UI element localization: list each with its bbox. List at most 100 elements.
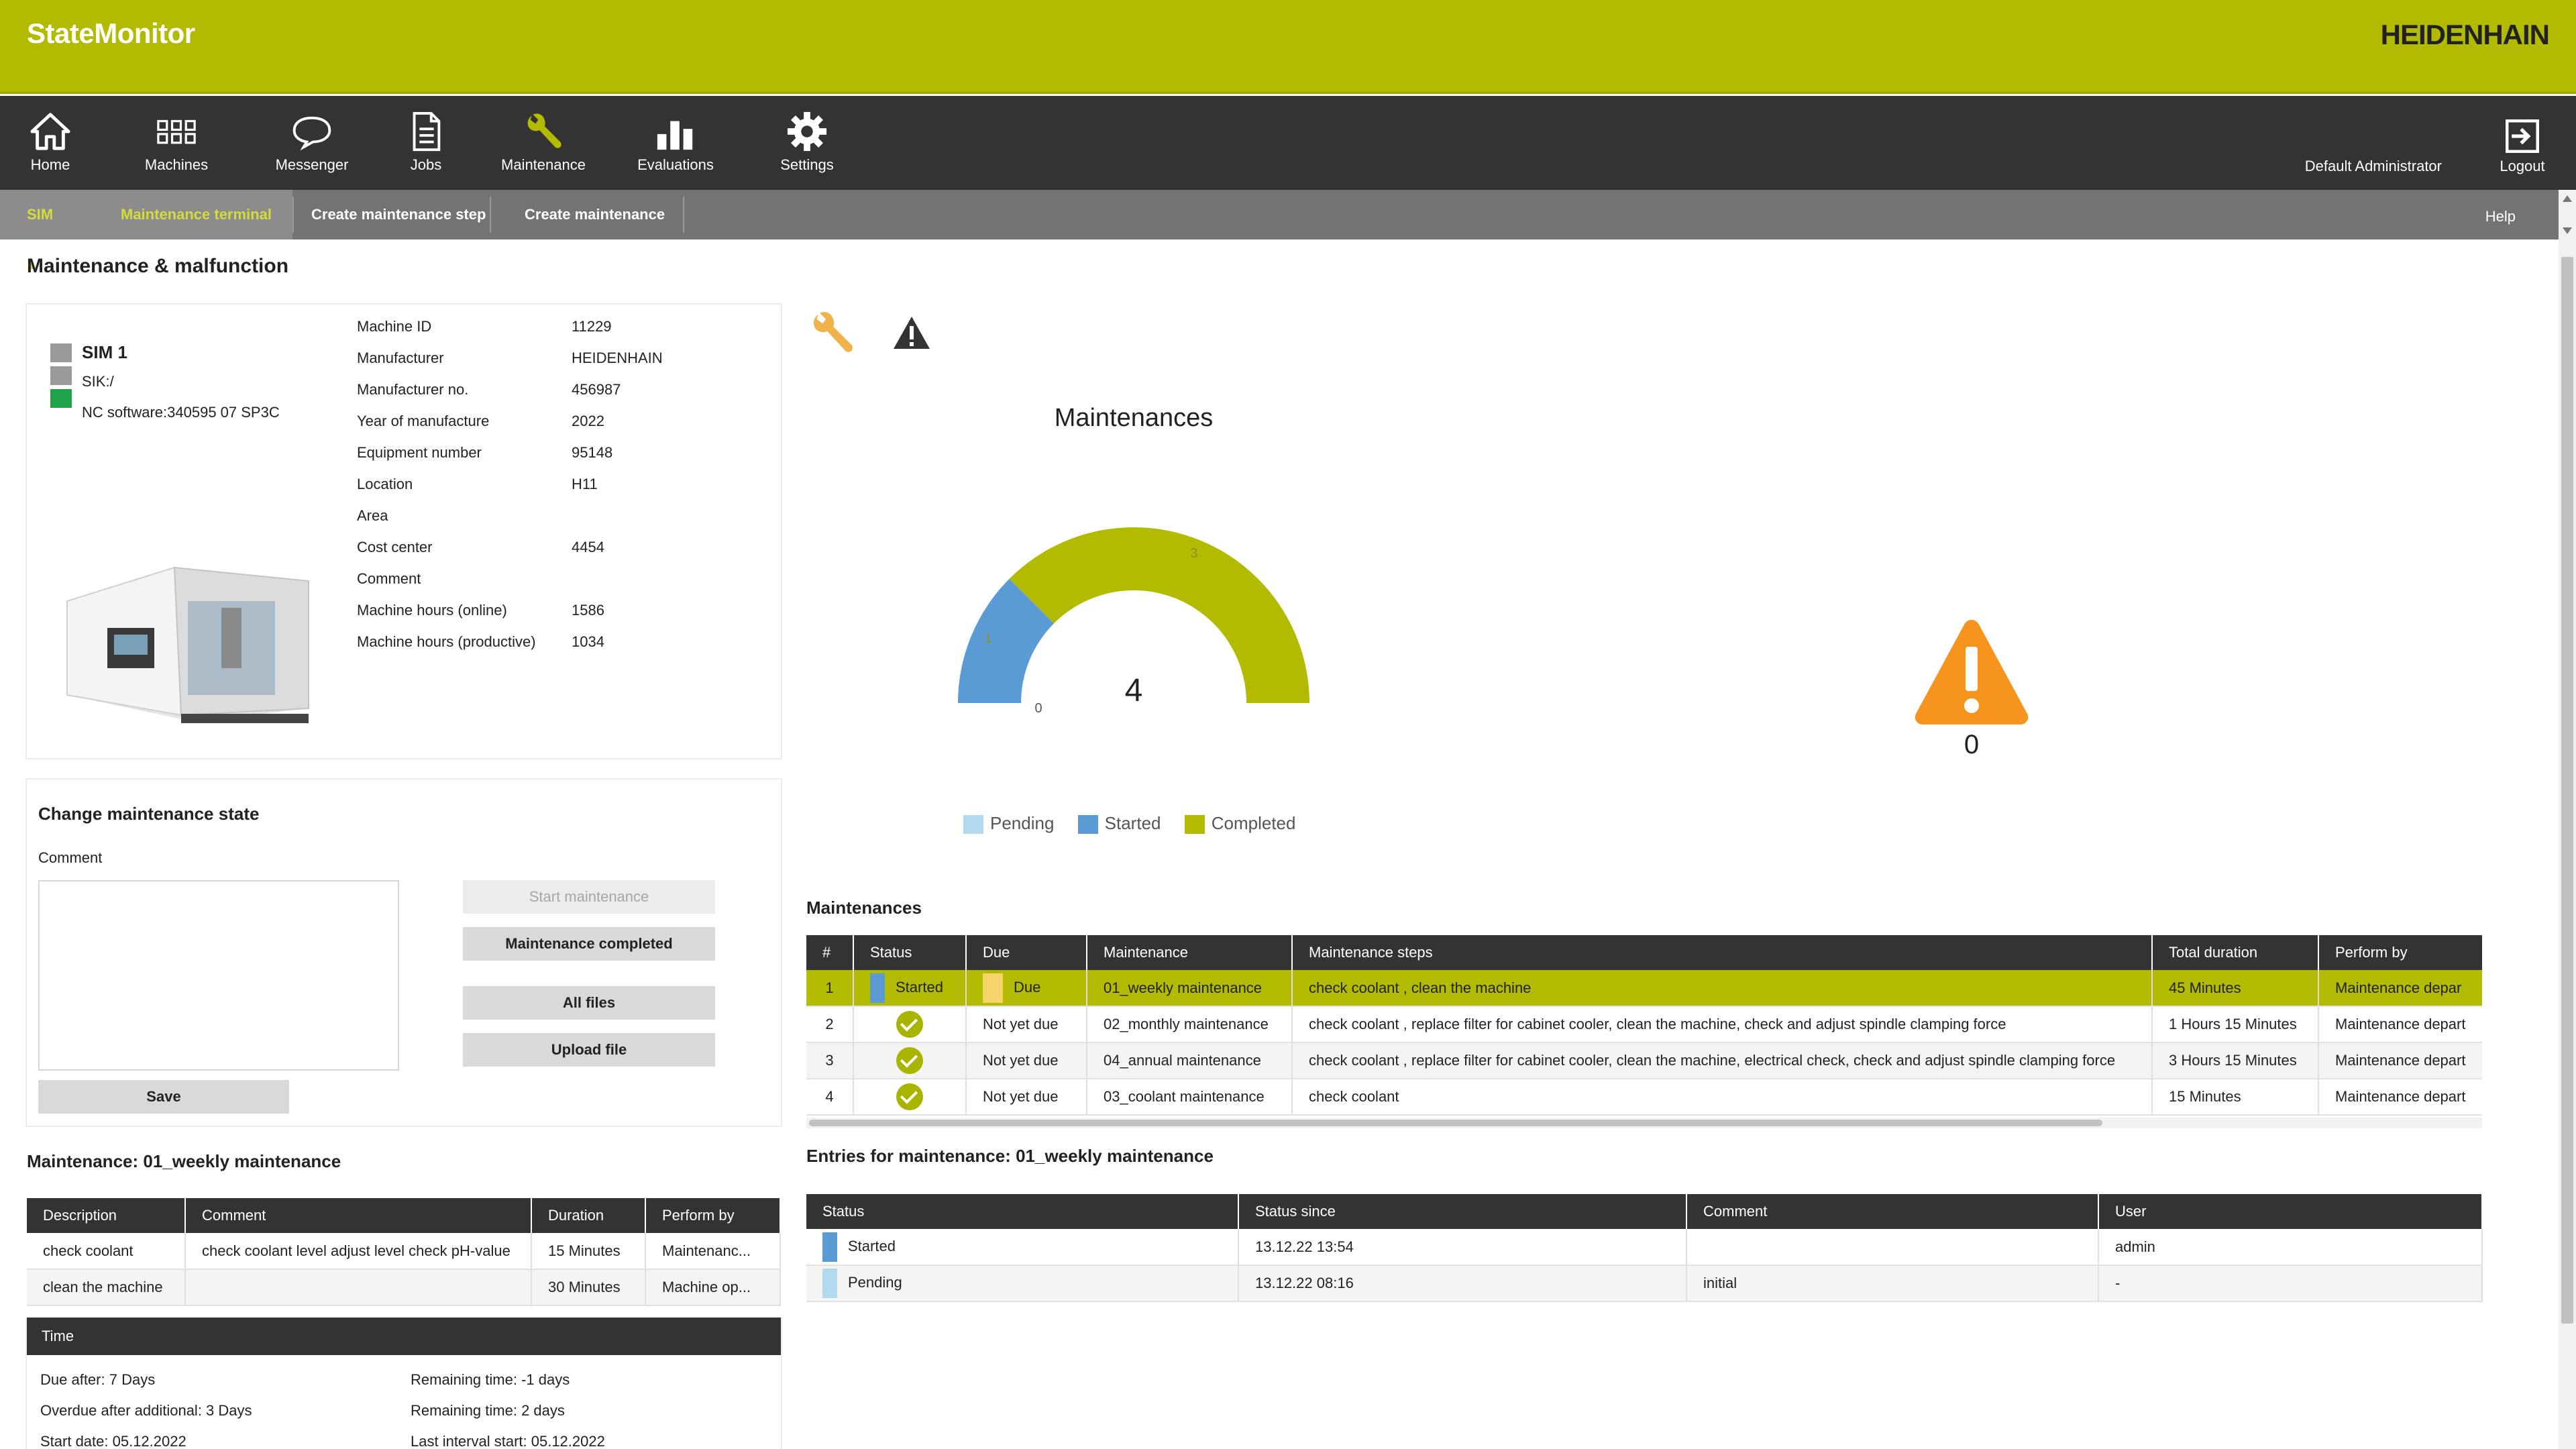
info-value: 1586 xyxy=(572,602,604,619)
upload-file-button[interactable]: Upload file xyxy=(463,1033,715,1067)
nav-settings[interactable]: Settings xyxy=(757,111,857,174)
table-row[interactable]: 4 Not yet due 03_coolant maintenance che… xyxy=(806,1079,2482,1116)
column-header[interactable]: User xyxy=(2098,1194,2483,1229)
column-header[interactable]: Description xyxy=(27,1198,186,1233)
table-row[interactable]: Started 13.12.22 13:54 admin xyxy=(806,1229,2483,1266)
info-label: Machine hours (online) xyxy=(357,602,507,619)
start-date: Start date: 05.12.2022 xyxy=(40,1433,186,1449)
status-cell: Started xyxy=(806,1229,1239,1266)
table-cell xyxy=(1686,1229,2099,1266)
start-maintenance-button[interactable]: Start maintenance xyxy=(463,880,715,914)
column-header[interactable]: Duration xyxy=(531,1198,646,1233)
main-navigation: Home Machines Messenger Jobs Maintenance… xyxy=(0,96,2576,190)
table-cell: 45 Minutes xyxy=(2152,970,2319,1007)
info-value: 2022 xyxy=(572,413,604,429)
table-row[interactable]: 2 Not yet due 02_monthly maintenance che… xyxy=(806,1006,2482,1043)
breadcrumb: SIM 1 Maintenance terminal Create mainte… xyxy=(0,190,2576,272)
legend-item-started[interactable]: Started xyxy=(1077,813,1161,835)
table-cell: Not yet due xyxy=(966,1042,1087,1079)
status-color-bar xyxy=(822,1232,837,1262)
info-label: Comment xyxy=(357,570,421,587)
scroll-up-icon[interactable] xyxy=(2563,195,2572,202)
nav-jobs[interactable]: Jobs xyxy=(376,111,476,174)
nav-maintenance[interactable]: Maintenance xyxy=(493,111,594,174)
column-header[interactable]: Maintenance steps xyxy=(1292,935,2153,970)
table-cell: check coolant xyxy=(27,1233,186,1270)
nav-label: Evaluations xyxy=(637,156,714,173)
legend-item-completed[interactable]: Completed xyxy=(1184,813,1295,835)
nav-label: Machines xyxy=(144,156,209,173)
table-row[interactable]: Pending 13.12.22 08:16 initial - xyxy=(806,1265,2483,1302)
maintenance-tab-icon[interactable] xyxy=(808,309,856,357)
tab-divider xyxy=(683,197,684,233)
change-state-panel: Change maintenance state Comment Start m… xyxy=(25,778,782,1127)
status-color-bar xyxy=(822,1269,837,1298)
horizontal-scrollbar[interactable] xyxy=(806,1118,2482,1128)
check-circle-icon xyxy=(896,1011,923,1038)
status-indicator xyxy=(50,389,72,408)
table-row[interactable]: check coolant check coolant level adjust… xyxy=(27,1233,781,1270)
info-label: Area xyxy=(357,507,388,524)
table-cell: - xyxy=(2098,1265,2483,1302)
scrollbar-thumb[interactable] xyxy=(2561,257,2573,1324)
status-indicator xyxy=(50,366,72,385)
column-header[interactable]: Status xyxy=(853,935,967,970)
table-cell: 1 Hours 15 Minutes xyxy=(2152,1006,2319,1043)
logout-button[interactable]: Logout xyxy=(2489,117,2556,175)
nav-label: Maintenance xyxy=(501,156,586,173)
info-label: Machine hours (productive) xyxy=(357,633,536,650)
info-label: Cost center xyxy=(357,539,433,555)
breadcrumb-machine[interactable]: SIM 1 xyxy=(0,190,80,272)
malfunction-tab-icon[interactable] xyxy=(892,315,931,350)
maintenance-steps-table: Description Comment Duration Perform by … xyxy=(27,1198,781,1306)
tab-maintenance-terminal[interactable]: Maintenance terminal xyxy=(80,190,292,239)
table-row[interactable]: 1 Started Due 01_weekly maintenance chec… xyxy=(806,970,2482,1007)
table-cell: 15 Minutes xyxy=(531,1233,646,1270)
nav-evaluations[interactable]: Evaluations xyxy=(625,111,726,174)
remaining-time: Remaining time: 2 days xyxy=(411,1402,565,1419)
info-value: HEIDENHAIN xyxy=(572,350,663,366)
table-cell: 30 Minutes xyxy=(531,1269,646,1306)
table-cell: clean the machine xyxy=(27,1269,186,1306)
help-link[interactable]: Help xyxy=(2485,190,2516,239)
tab-create-maintenance[interactable]: Create maintenance xyxy=(506,190,684,239)
nav-machines[interactable]: Machines xyxy=(126,111,227,174)
all-files-button[interactable]: All files xyxy=(463,986,715,1020)
column-header[interactable]: Status xyxy=(806,1194,1239,1229)
malfunction-count: 0 xyxy=(1964,730,1980,759)
column-header[interactable]: Comment xyxy=(1686,1194,2099,1229)
column-header[interactable]: Perform by xyxy=(2318,935,2482,970)
logout-icon xyxy=(2506,119,2539,153)
table-cell: Maintenance depart xyxy=(2318,1006,2482,1043)
tab-create-maintenance-step[interactable]: Create maintenance step xyxy=(292,190,504,239)
column-header[interactable]: Total duration xyxy=(2152,935,2319,970)
scroll-down-icon[interactable] xyxy=(2563,227,2572,234)
maintenance-completed-button[interactable]: Maintenance completed xyxy=(463,927,715,961)
due-after: Due after: 7 Days xyxy=(40,1371,156,1388)
table-cell: initial xyxy=(1686,1265,2099,1302)
entries-title: Entries for maintenance: 01_weekly maint… xyxy=(806,1146,1214,1166)
save-button[interactable]: Save xyxy=(38,1080,289,1114)
nav-messenger[interactable]: Messenger xyxy=(262,111,362,174)
column-header[interactable]: Due xyxy=(966,935,1087,970)
column-header[interactable]: # xyxy=(806,935,854,970)
nav-home[interactable]: Home xyxy=(0,111,101,174)
legend-item-pending[interactable]: Pending xyxy=(963,813,1054,835)
table-cell: 04_annual maintenance xyxy=(1087,1042,1293,1079)
vertical-scrollbar[interactable] xyxy=(2559,190,2576,1449)
status-color-bar xyxy=(870,973,885,1003)
column-header[interactable]: Maintenance xyxy=(1087,935,1293,970)
scrollbar-thumb[interactable] xyxy=(809,1120,2102,1126)
column-header[interactable]: Perform by xyxy=(645,1198,781,1233)
table-row[interactable]: clean the machine 30 Minutes Machine op.… xyxy=(27,1269,781,1306)
table-row[interactable]: 3 Not yet due 04_annual maintenance chec… xyxy=(806,1042,2482,1079)
column-header[interactable]: Comment xyxy=(185,1198,532,1233)
comment-textarea[interactable] xyxy=(38,880,399,1071)
logout-label: Logout xyxy=(2500,158,2545,174)
status-label: Started xyxy=(848,1237,896,1254)
table-cell: check coolant , replace filter for cabin… xyxy=(1292,1042,2153,1079)
table-cell: 13.12.22 13:54 xyxy=(1238,1229,1687,1266)
info-label: Equipment number xyxy=(357,444,482,461)
status-cell xyxy=(853,1079,967,1116)
column-header[interactable]: Status since xyxy=(1238,1194,1687,1229)
